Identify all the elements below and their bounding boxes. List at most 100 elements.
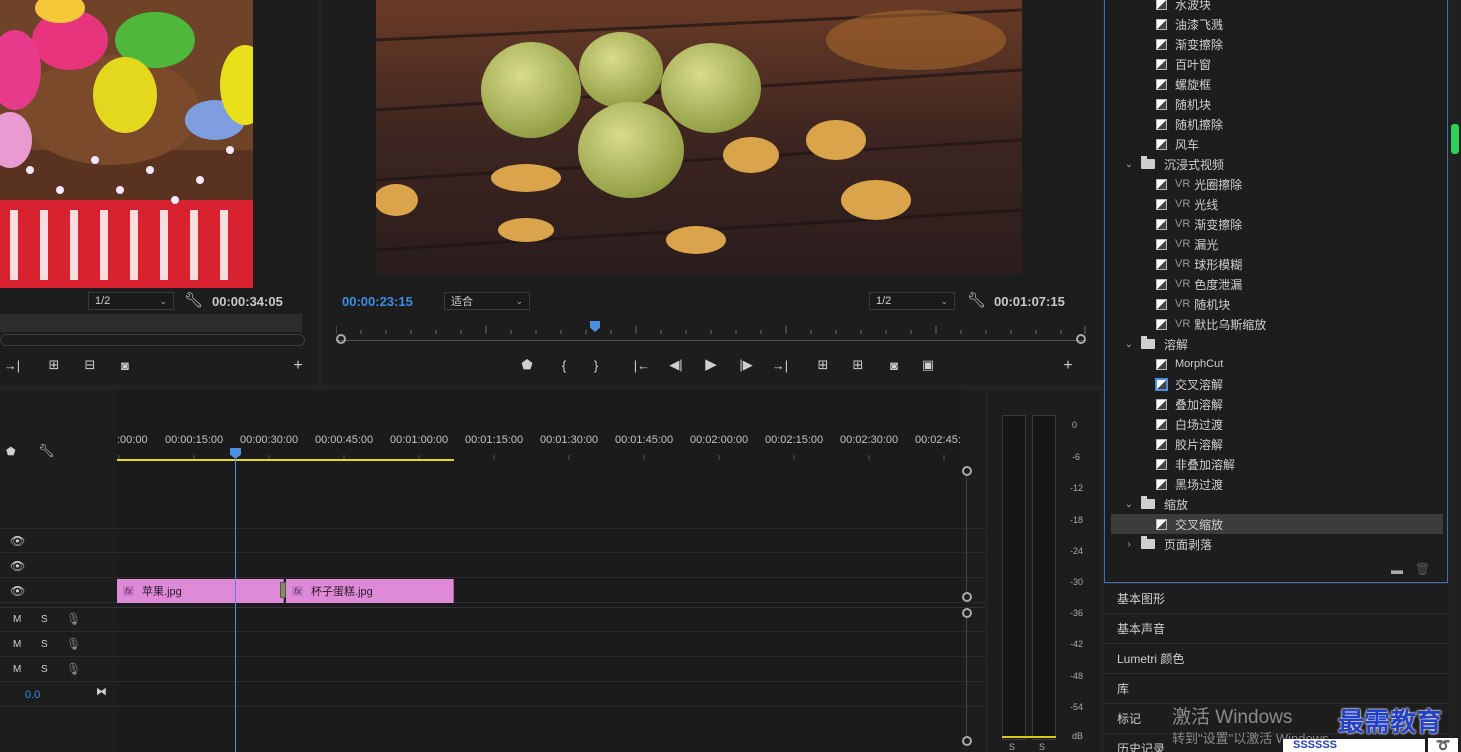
extract-icon[interactable]: ⊞: [848, 355, 868, 375]
new-folder-icon[interactable]: ▬: [1391, 563, 1403, 577]
comparison-view-icon[interactable]: ▣: [918, 355, 938, 375]
wrench-icon[interactable]: 🔧︎: [38, 443, 55, 459]
scroll-thumb[interactable]: [1451, 124, 1459, 154]
effects-folder[interactable]: ⌄ 溶解: [1105, 334, 1445, 354]
play-icon[interactable]: ▶: [701, 354, 721, 374]
effects-item[interactable]: 随机擦除: [1105, 114, 1445, 134]
effects-item-label: 风车: [1175, 137, 1200, 152]
source-zoom-scrollbar[interactable]: [0, 334, 305, 346]
effects-item[interactable]: 叠加溶解: [1105, 394, 1445, 414]
effects-folder[interactable]: ⌄ 缩放: [1105, 494, 1445, 514]
effects-item[interactable]: MorphCut: [1105, 354, 1445, 374]
clip-cupcake[interactable]: fx 杯子蛋糕.jpg: [286, 579, 454, 603]
clip-apple[interactable]: fx 苹果.jpg: [117, 579, 284, 603]
add-button-icon[interactable]: +: [1058, 356, 1078, 376]
scroll-handle-right[interactable]: [1076, 334, 1086, 344]
camera-icon[interactable]: ◙: [115, 355, 135, 375]
effects-item[interactable]: VR 渐变擦除: [1105, 214, 1445, 234]
scroll-handle[interactable]: [962, 466, 972, 476]
solo-toggle[interactable]: S: [41, 664, 48, 675]
microphone-icon[interactable]: 🎙︎: [66, 612, 81, 626]
effects-item[interactable]: VR 默比乌斯缩放: [1105, 314, 1445, 334]
effects-item[interactable]: 随机块: [1105, 94, 1445, 114]
step-back-icon[interactable]: ◀|: [666, 355, 686, 375]
panel-lumetri-color[interactable]: Lumetri 颜色: [1104, 643, 1448, 673]
panel-essential-graphics[interactable]: 基本图形: [1104, 583, 1448, 613]
source-zoom-dropdown[interactable]: 1/2 ⌄: [88, 292, 174, 310]
mute-toggle[interactable]: M: [13, 639, 21, 650]
lift-icon[interactable]: ⊞: [813, 355, 833, 375]
effects-folder[interactable]: › 页面剥落: [1105, 534, 1445, 554]
solo-channel-button[interactable]: S: [1009, 742, 1015, 752]
scroll-handle[interactable]: [962, 608, 972, 618]
effects-item[interactable]: 非叠加溶解: [1105, 454, 1445, 474]
timeline-ruler[interactable]: :00:00 00:00:15:00 00:00:30:00 00:00:45:…: [117, 390, 962, 460]
effects-item[interactable]: 交叉缩放: [1111, 514, 1443, 534]
effects-item[interactable]: 油漆飞溅: [1105, 14, 1445, 34]
chevron-down-icon: ⌄: [159, 295, 167, 306]
insert-icon[interactable]: ⊞: [44, 355, 64, 375]
fit-dropdown[interactable]: 适合 ⌄: [444, 292, 530, 310]
panel-libraries[interactable]: 库: [1104, 673, 1448, 703]
mute-toggle[interactable]: M: [13, 664, 21, 675]
go-to-out-icon[interactable]: →|: [2, 355, 22, 375]
eye-icon[interactable]: 👁︎: [10, 534, 25, 548]
source-scrub-bar[interactable]: [0, 314, 302, 332]
program-zoom-dropdown[interactable]: 1/2 ⌄: [869, 292, 955, 310]
work-area-bar[interactable]: [117, 459, 454, 461]
effects-item[interactable]: 风车: [1105, 134, 1445, 154]
scroll-handle[interactable]: [962, 736, 972, 746]
effects-item[interactable]: 百叶窗: [1105, 54, 1445, 74]
chevron-down-icon[interactable]: ⌄: [1123, 159, 1135, 170]
marker-icon[interactable]: ⬟: [6, 445, 16, 458]
effects-item[interactable]: 螺旋框: [1105, 74, 1445, 94]
effects-item[interactable]: VR 光圈擦除: [1105, 174, 1445, 194]
effects-item[interactable]: 交叉溶解: [1105, 374, 1445, 394]
mark-out-icon[interactable]: }: [586, 355, 606, 375]
eye-icon[interactable]: 👁︎: [10, 584, 25, 598]
master-volume[interactable]: 0.0: [25, 689, 40, 701]
scroll-track: [966, 618, 967, 736]
mark-in-icon[interactable]: {: [554, 355, 574, 375]
effects-item[interactable]: 黑场过渡: [1105, 474, 1445, 494]
effects-item[interactable]: VR 球形模糊: [1105, 254, 1445, 274]
chevron-down-icon[interactable]: ⌄: [1123, 499, 1135, 510]
microphone-icon[interactable]: 🎙︎: [66, 662, 81, 676]
effects-item[interactable]: VR 随机块: [1105, 294, 1445, 314]
effects-item[interactable]: 白场过渡: [1105, 414, 1445, 434]
timeline-vertical-scrollbar[interactable]: [962, 466, 972, 752]
microphone-icon[interactable]: 🎙︎: [66, 637, 81, 651]
go-to-out-icon[interactable]: →|: [770, 355, 790, 375]
program-zoom-scrollbar[interactable]: [336, 340, 1086, 350]
effects-item[interactable]: 胶片溶解: [1105, 434, 1445, 454]
add-button-icon[interactable]: +: [288, 356, 308, 376]
effects-item[interactable]: 渐变擦除: [1105, 34, 1445, 54]
panel-essential-sound[interactable]: 基本声音: [1104, 613, 1448, 643]
chevron-down-icon[interactable]: ⌄: [1123, 339, 1135, 350]
effects-item[interactable]: 水波块: [1105, 0, 1445, 14]
effects-folder[interactable]: ⌄ 沉浸式视频: [1105, 154, 1445, 174]
effects-item[interactable]: VR 光线: [1105, 194, 1445, 214]
program-current-time[interactable]: 00:00:23:15: [342, 294, 413, 309]
wrench-icon[interactable]: 🔧︎: [967, 291, 986, 309]
mute-toggle[interactable]: M: [13, 614, 21, 625]
chevron-right-icon[interactable]: ›: [1123, 539, 1135, 550]
go-to-end-icon[interactable]: ⧓: [96, 685, 107, 698]
export-frame-icon[interactable]: ◙: [884, 355, 904, 375]
step-forward-icon[interactable]: |▶: [736, 355, 756, 375]
effects-item[interactable]: VR 色度泄漏: [1105, 274, 1445, 294]
add-marker-icon[interactable]: ⬟: [517, 355, 537, 375]
wrench-icon[interactable]: 🔧︎: [184, 291, 203, 309]
eye-icon[interactable]: 👁︎: [10, 559, 25, 573]
solo-toggle[interactable]: S: [41, 639, 48, 650]
go-to-in-icon[interactable]: |←: [632, 355, 652, 375]
solo-channel-button[interactable]: S: [1039, 742, 1045, 752]
scroll-handle[interactable]: [962, 592, 972, 602]
overwrite-icon[interactable]: ⊟: [80, 355, 100, 375]
program-time-ruler[interactable]: [335, 322, 1086, 334]
trash-icon[interactable]: 🗑︎: [1415, 562, 1430, 576]
scroll-handle-left[interactable]: [336, 334, 346, 344]
effects-item[interactable]: VR 漏光: [1105, 234, 1445, 254]
solo-toggle[interactable]: S: [41, 614, 48, 625]
effects-vertical-scrollbar[interactable]: [1449, 0, 1461, 752]
